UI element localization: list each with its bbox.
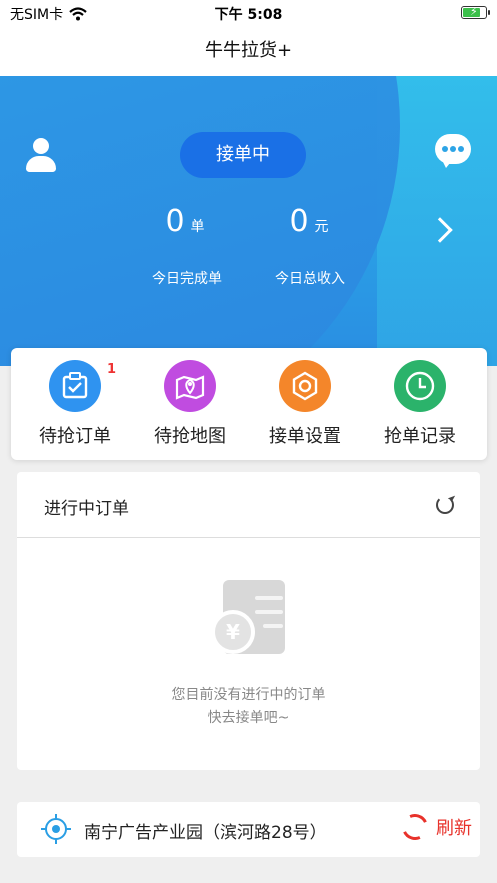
income-unit: 元 — [314, 219, 329, 235]
nav-bar: 牛牛拉货+ — [0, 26, 497, 76]
refresh-icon[interactable] — [436, 496, 454, 514]
battery-icon: ⚡ — [461, 5, 490, 19]
income-label: 今日总收入 — [275, 271, 345, 287]
quick-item-label: 待抢地图 — [154, 426, 226, 447]
quick-item-order-map[interactable]: 待抢地图 — [132, 360, 248, 448]
quick-item-order-settings[interactable]: 接单设置 — [247, 360, 363, 448]
empty-orders-illustration: ¥ — [211, 580, 291, 658]
completed-orders-stat: 0单 — [150, 204, 220, 239]
quick-item-pending-orders[interactable]: 待抢订单 1 — [17, 360, 133, 448]
accepting-orders-button[interactable]: 接单中 — [180, 132, 306, 178]
refresh-label: 刷新 — [436, 818, 472, 839]
empty-hint: 快去接单吧~ — [207, 710, 290, 726]
hex-nut-icon — [279, 360, 331, 412]
completed-orders-value: 0 — [165, 204, 185, 239]
in-progress-orders-card: 进行中订单 ¥ 您目前没有进行中的订单 快去接单吧~ — [17, 472, 480, 770]
completed-orders-label: 今日完成单 — [152, 271, 222, 287]
quick-item-grab-history[interactable]: 抢单记录 — [362, 360, 478, 448]
current-address: 南宁广告产业园（滨河路28号） — [84, 823, 327, 843]
clipboard-check-icon — [49, 360, 101, 412]
clock-time: 下午 5:08 — [214, 7, 283, 23]
quick-item-label: 抢单记录 — [384, 426, 456, 447]
clock-icon — [394, 360, 446, 412]
yen-coin-icon: ¥ — [211, 610, 255, 654]
user-profile-icon[interactable] — [24, 138, 58, 174]
orders-title: 进行中订单 — [44, 499, 129, 519]
refresh-icon — [398, 810, 432, 844]
income-value: 0 — [289, 204, 309, 239]
map-pin-icon — [164, 360, 216, 412]
hero-panel: 接单中 0单 今日完成单 0元 今日总收入 — [0, 76, 497, 366]
message-icon[interactable] — [435, 134, 471, 170]
notification-badge: 1 — [107, 362, 117, 377]
refresh-location-button[interactable]: 刷新 — [398, 810, 472, 844]
location-bar: 南宁广告产业园（滨河路28号） 刷新 — [17, 802, 480, 857]
page-title: 牛牛拉货+ — [204, 40, 293, 61]
completed-orders-unit: 单 — [190, 219, 205, 235]
income-stat: 0元 — [274, 204, 344, 239]
empty-message: 您目前没有进行中的订单 — [171, 687, 326, 703]
orders-header: 进行中订单 — [17, 472, 480, 538]
location-target-icon — [41, 814, 71, 844]
status-bar: 无SIM卡 下午 5:08 ⚡ — [0, 0, 497, 26]
quick-item-label: 接单设置 — [269, 426, 341, 447]
quick-item-label: 待抢订单 — [39, 426, 111, 447]
quick-menu: 待抢订单 1 待抢地图 接单设置 抢单记录 — [11, 348, 487, 460]
